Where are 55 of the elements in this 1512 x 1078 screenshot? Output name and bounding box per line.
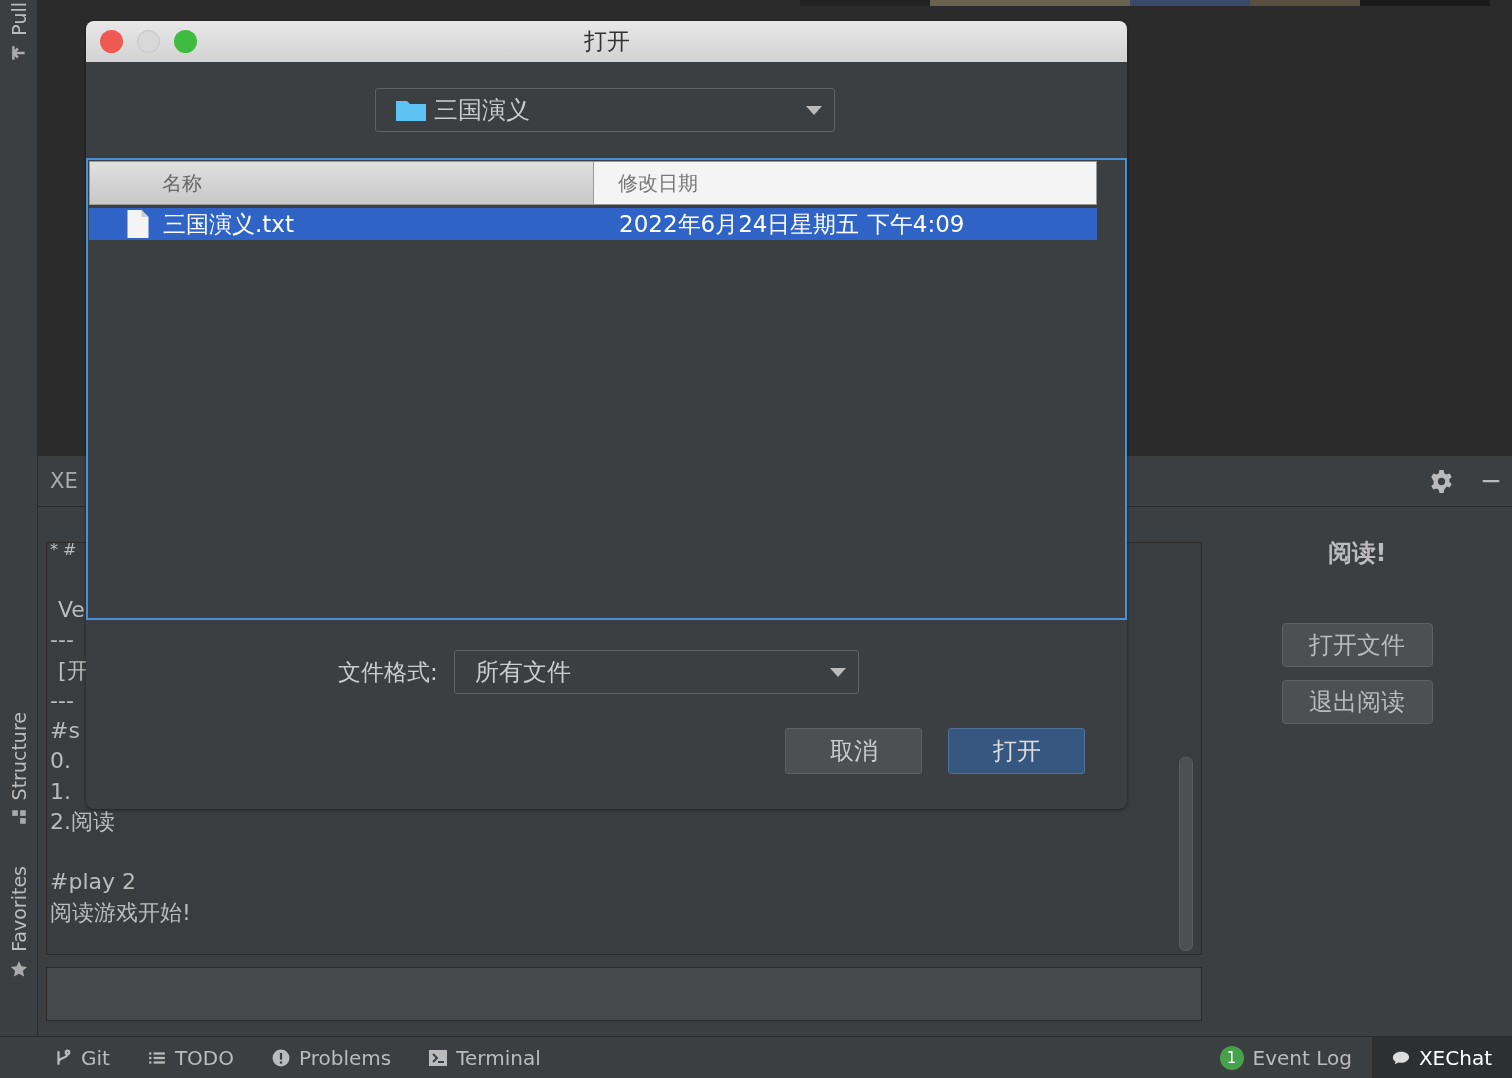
panel-button[interactable]: 退出阅读	[1281, 680, 1433, 724]
column-header[interactable]: 修改日期	[594, 162, 1096, 204]
modified-date: 2022年6月24日星期五 下午4:09	[619, 210, 965, 237]
minimize-button[interactable]	[137, 30, 160, 53]
console-line: #s	[50, 718, 80, 744]
branch-icon	[54, 1049, 72, 1067]
dialog-button[interactable]: 打开	[948, 728, 1085, 774]
format-label: 文件格式:	[338, 657, 438, 687]
folder-dropdown[interactable]: 三国演义	[375, 88, 835, 132]
console-line: 1.	[50, 778, 71, 804]
zoom-button[interactable]	[174, 30, 197, 53]
close-button[interactable]	[100, 30, 123, 53]
pull-icon	[9, 43, 28, 62]
side-tool-tab[interactable]: Structure	[0, 711, 37, 827]
tool-tab[interactable]: Problems	[270, 1037, 394, 1078]
tool-tab[interactable]: XEChat	[1371, 1037, 1512, 1078]
message-input-field[interactable]	[46, 967, 1202, 1021]
side-tool-tab[interactable]: Favorites	[0, 866, 37, 978]
console-line: Ve	[58, 597, 85, 622]
panel-button[interactable]: 打开文件	[1281, 623, 1433, 667]
tool-tab[interactable]: Terminal	[427, 1037, 543, 1078]
tool-tab[interactable]: 1 Event Log	[1199, 1037, 1372, 1078]
console-line: #play 2	[50, 869, 136, 895]
terminal-icon	[429, 1049, 448, 1067]
format-dropdown[interactable]: 所有文件	[453, 650, 859, 694]
console-line: * #	[50, 540, 77, 559]
tool-window-title: XE	[50, 469, 79, 493]
console-line: ---	[50, 627, 74, 653]
file-row[interactable]: 三国演义.txt 2022年6月24日星期五 下午4:09	[89, 208, 1097, 240]
console-line: ---	[50, 687, 74, 713]
console-line: 0.	[50, 748, 71, 774]
minimize-icon[interactable]	[1480, 479, 1502, 483]
dialog-button[interactable]: 取消	[785, 728, 922, 774]
console-line: 2.阅读	[50, 809, 115, 835]
panel-title: 阅读!	[1327, 538, 1387, 569]
list-icon	[147, 1049, 166, 1067]
structure-icon	[9, 808, 28, 827]
chat-icon	[1391, 1049, 1410, 1067]
console-line: 阅读游戏开始!	[50, 899, 191, 925]
console-line: [开	[58, 657, 89, 683]
caret-icon	[829, 667, 846, 677]
star-icon	[9, 959, 28, 978]
column-header[interactable]: 名称	[90, 162, 594, 204]
dialog-title: 打开	[583, 27, 630, 56]
file-name: 三国演义.txt	[163, 209, 294, 239]
document-icon	[127, 210, 149, 238]
settings-icon[interactable]	[1429, 468, 1454, 494]
warning-icon	[272, 1049, 290, 1067]
notification-badge: 1	[1219, 1046, 1244, 1070]
scrollbar[interactable]	[1179, 757, 1193, 951]
folder-icon	[396, 99, 426, 121]
tool-tab[interactable]: TODO	[145, 1037, 236, 1078]
tool-tab[interactable]: Git	[52, 1037, 112, 1078]
caret-icon	[806, 105, 822, 115]
side-tool-tab[interactable]: Pull	[0, 2, 37, 62]
